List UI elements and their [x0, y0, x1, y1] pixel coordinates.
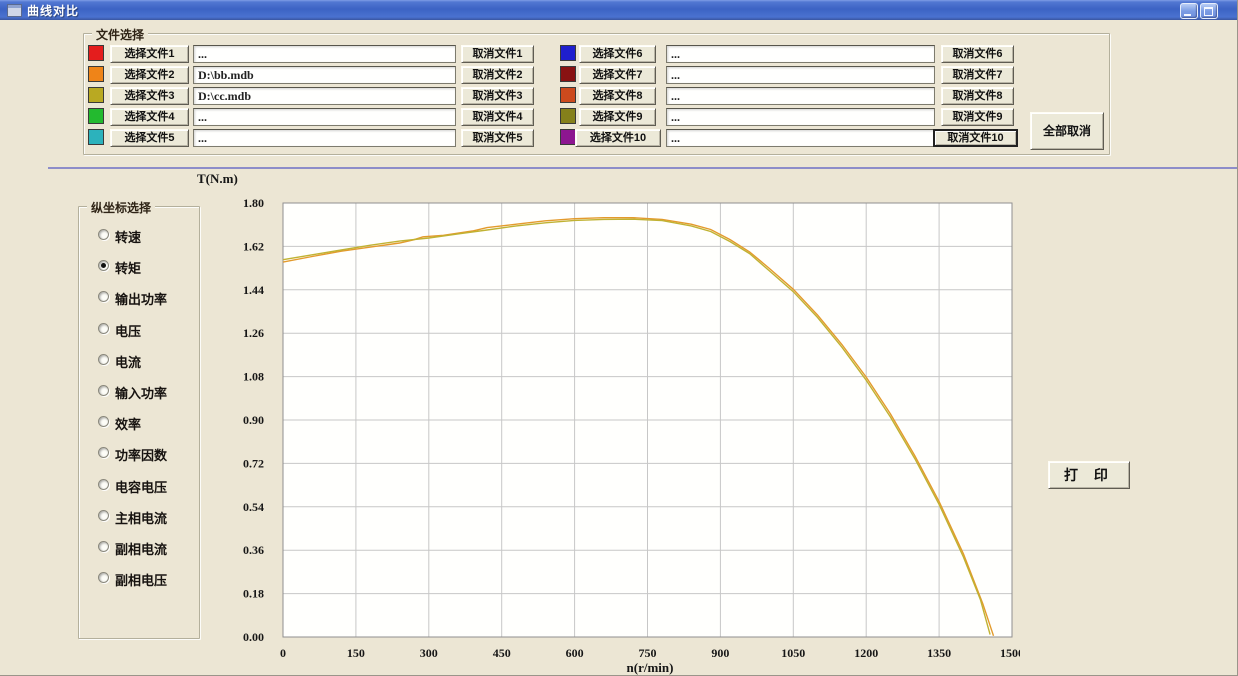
file-color-swatch: [560, 129, 576, 145]
select-file-button[interactable]: 选择文件10: [575, 129, 661, 147]
x-tick-label: 1500: [1000, 646, 1020, 660]
x-tick-label: 450: [493, 646, 511, 660]
y-axis-title: T(N.m): [197, 171, 257, 187]
y-axis-option[interactable]: 电容电压: [79, 477, 199, 492]
file-path-input[interactable]: [666, 87, 935, 105]
print-button[interactable]: 打 印: [1048, 461, 1130, 489]
cancel-file-button[interactable]: 取消文件7: [941, 66, 1014, 84]
y-axis-option-label: 转矩: [115, 258, 141, 277]
y-axis-option[interactable]: 主相电流: [79, 508, 199, 523]
radio-button-icon[interactable]: [98, 291, 109, 302]
cancel-all-button[interactable]: 全部取消: [1030, 112, 1104, 150]
y-axis-option-label: 副相电流: [115, 539, 167, 558]
y-tick-label: 0.54: [243, 500, 264, 514]
file-path-input[interactable]: [666, 45, 935, 63]
file-path-input[interactable]: [666, 129, 935, 147]
y-axis-option-label: 输出功率: [115, 289, 167, 308]
x-tick-label: 300: [420, 646, 438, 660]
select-file-button[interactable]: 选择文件8: [579, 87, 656, 105]
x-tick-label: 750: [639, 646, 657, 660]
file-path-input[interactable]: [666, 66, 935, 84]
x-tick-label: 0: [280, 646, 286, 660]
y-axis-option-label: 副相电压: [115, 570, 167, 589]
file-path-input[interactable]: [666, 108, 935, 126]
y-tick-label: 1.62: [243, 239, 264, 253]
radio-button-icon[interactable]: [98, 354, 109, 365]
app-icon: [7, 4, 22, 17]
chart-area: T(N.m) 1.801.621.441.261.080.900.720.540…: [230, 170, 1020, 676]
x-axis-title: n(r/min): [605, 660, 695, 676]
radio-button-icon[interactable]: [98, 541, 109, 552]
y-axis-option-label: 电压: [115, 321, 141, 340]
x-tick-label: 150: [347, 646, 365, 660]
maximize-button[interactable]: [1200, 3, 1218, 19]
y-axis-option-label: 功率因数: [115, 445, 167, 464]
radio-button-icon[interactable]: [98, 479, 109, 490]
y-axis-option-label: 转速: [115, 227, 141, 246]
y-axis-option-label: 电容电压: [115, 477, 167, 496]
y-axis-option-label: 主相电流: [115, 508, 167, 527]
y-axis-option[interactable]: 副相电流: [79, 539, 199, 554]
y-axis-option-label: 效率: [115, 414, 141, 433]
x-tick-label: 1350: [927, 646, 951, 660]
radio-button-icon[interactable]: [98, 416, 109, 427]
y-axis-selection-group-title: 纵坐标选择: [87, 199, 155, 216]
y-axis-option[interactable]: 电流: [79, 352, 199, 367]
cancel-file-button[interactable]: 取消文件8: [941, 87, 1014, 105]
radio-button-icon[interactable]: [98, 260, 109, 271]
y-tick-label: 1.26: [243, 326, 264, 340]
y-tick-label: 0.00: [243, 630, 264, 644]
y-tick-label: 1.44: [243, 283, 264, 297]
y-tick-label: 0.18: [243, 587, 264, 601]
radio-button-icon[interactable]: [98, 323, 109, 334]
file-row: 选择文件7 取消文件7: [0, 66, 1238, 84]
y-tick-label: 1.08: [243, 370, 264, 384]
radio-button-icon[interactable]: [98, 510, 109, 521]
cancel-file-button[interactable]: 取消文件6: [941, 45, 1014, 63]
app-window: 曲线对比 文件选择 选择文件1 取消文件1 选择文件2 取消文件2 选择文件3 …: [0, 0, 1238, 676]
cancel-file-button[interactable]: 取消文件10: [933, 129, 1018, 147]
x-tick-label: 1050: [781, 646, 805, 660]
comparison-chart: 1.80 1.62 1.44 1.26 1.08 0.90 0.72 0.54 0.36 0.18…: [230, 170, 1020, 676]
y-axis-option-label: 输入功率: [115, 383, 167, 402]
separator-line: [48, 167, 1238, 169]
select-file-button[interactable]: 选择文件7: [579, 66, 656, 84]
y-axis-option[interactable]: 转速: [79, 227, 199, 242]
select-file-button[interactable]: 选择文件9: [579, 108, 656, 126]
x-tick-label: 900: [711, 646, 729, 660]
y-tick-label: 0.90: [243, 413, 264, 427]
file-row: 选择文件6 取消文件6: [0, 45, 1238, 63]
select-file-button[interactable]: 选择文件6: [579, 45, 656, 63]
x-tick-label: 1200: [854, 646, 878, 660]
minimize-button[interactable]: [1180, 3, 1198, 19]
y-tick-label: 0.36: [243, 543, 264, 557]
window-title: 曲线对比: [27, 2, 79, 19]
file-color-swatch: [560, 66, 576, 82]
radio-button-icon[interactable]: [98, 229, 109, 240]
file-selection-group-title: 文件选择: [92, 26, 148, 43]
radio-button-icon[interactable]: [98, 572, 109, 583]
y-tick-label: 0.72: [243, 456, 264, 470]
y-axis-option[interactable]: 功率因数: [79, 445, 199, 460]
y-axis-option-label: 电流: [115, 352, 141, 371]
file-color-swatch: [560, 87, 576, 103]
radio-button-icon[interactable]: [98, 447, 109, 458]
y-axis-selection-group: 纵坐标选择 转速 转矩 输出功率 电压 电流 输入功率 效率 功率因数 电容电压: [78, 206, 200, 639]
y-axis-option[interactable]: 电压: [79, 321, 199, 336]
file-row: 选择文件8 取消文件8: [0, 87, 1238, 105]
y-axis-option[interactable]: 副相电压: [79, 570, 199, 585]
file-color-swatch: [560, 45, 576, 61]
y-axis-option[interactable]: 输出功率: [79, 289, 199, 304]
y-axis-option[interactable]: 转矩: [79, 258, 199, 273]
file-color-swatch: [560, 108, 576, 124]
title-bar: 曲线对比: [0, 0, 1238, 20]
y-axis-option[interactable]: 输入功率: [79, 383, 199, 398]
radio-button-icon[interactable]: [98, 385, 109, 396]
cancel-file-button[interactable]: 取消文件9: [941, 108, 1014, 126]
y-tick-label: 1.80: [243, 196, 264, 210]
y-axis-option[interactable]: 效率: [79, 414, 199, 429]
x-tick-label: 600: [566, 646, 584, 660]
